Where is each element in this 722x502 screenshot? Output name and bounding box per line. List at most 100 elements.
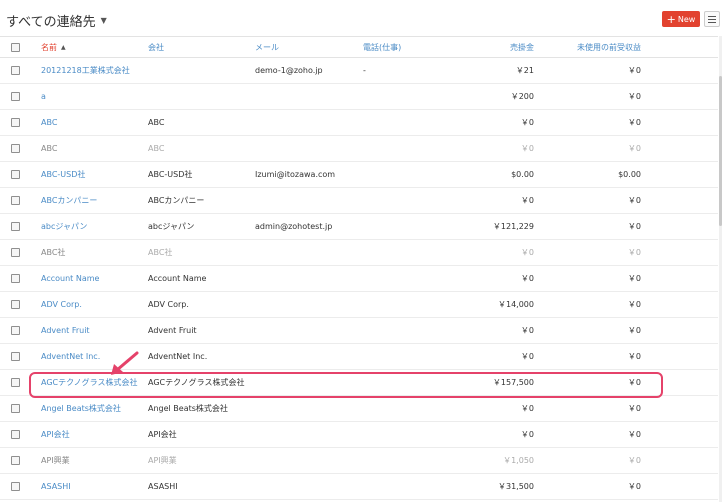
cell-unused: ￥0 bbox=[627, 300, 641, 309]
cell-name[interactable]: ABCカンパニー bbox=[41, 188, 97, 213]
cell-name[interactable]: ABC-USD社 bbox=[41, 162, 85, 187]
select-all-checkbox[interactable] bbox=[11, 42, 20, 52]
view-selector[interactable]: すべての連絡先 ▼ bbox=[6, 11, 107, 30]
cell-unused: ￥0 bbox=[627, 144, 641, 153]
cell-name[interactable]: abcジャパン bbox=[41, 214, 87, 239]
table-row[interactable]: Angel Beats株式会社 Angel Beats株式会社 ￥0 ￥0 bbox=[0, 396, 718, 422]
cell-company: ABC-USD社 bbox=[148, 170, 193, 179]
row-checkbox[interactable] bbox=[11, 482, 20, 491]
contacts-table: 名前 ▲ 会社 メール 電話(仕事) 売掛金 未使用の前受収益 20121218… bbox=[0, 36, 718, 500]
cell-name[interactable]: Advent Fruit bbox=[41, 318, 90, 343]
row-checkbox-cell bbox=[11, 58, 21, 83]
row-checkbox-cell bbox=[11, 344, 21, 369]
row-checkbox-cell bbox=[11, 396, 21, 421]
cell-name[interactable]: ABC社 bbox=[41, 240, 65, 265]
cell-sales: ￥0 bbox=[520, 118, 534, 127]
table-row[interactable]: Account Name Account Name ￥0 ￥0 bbox=[0, 266, 718, 292]
table-row[interactable]: ABC ABC ￥0 ￥0 bbox=[0, 136, 718, 162]
cell-name[interactable]: API興業 bbox=[41, 448, 70, 473]
table-row[interactable]: ABCカンパニー ABCカンパニー ￥0 ￥0 bbox=[0, 188, 718, 214]
row-checkbox[interactable] bbox=[11, 430, 20, 439]
new-button[interactable]: + New bbox=[662, 11, 700, 27]
table-row[interactable]: a ￥200 ￥0 bbox=[0, 84, 718, 110]
column-header-tel[interactable]: 電話(仕事) bbox=[363, 37, 401, 57]
cell-sales: $0.00 bbox=[511, 170, 534, 179]
table-row[interactable]: Advent Fruit Advent Fruit ￥0 ￥0 bbox=[0, 318, 718, 344]
table-row[interactable]: ADV Corp. ADV Corp. ￥14,000 ￥0 bbox=[0, 292, 718, 318]
table-row[interactable]: ABC社 ABC社 ￥0 ￥0 bbox=[0, 240, 718, 266]
cell-company: AGCテクノグラス株式会社 bbox=[148, 378, 245, 387]
cell-unused: ￥0 bbox=[627, 326, 641, 335]
row-checkbox[interactable] bbox=[11, 144, 20, 153]
column-header-company[interactable]: 会社 bbox=[148, 37, 164, 57]
cell-name[interactable]: ABC bbox=[41, 136, 57, 161]
cell-name[interactable]: ASASHI bbox=[41, 474, 71, 499]
row-checkbox[interactable] bbox=[11, 66, 20, 75]
cell-unused: ￥0 bbox=[627, 66, 641, 75]
row-checkbox-cell bbox=[11, 292, 21, 317]
cell-unused: ￥0 bbox=[627, 196, 641, 205]
table-row[interactable]: AdventNet Inc. AdventNet Inc. ￥0 ￥0 bbox=[0, 344, 718, 370]
row-checkbox[interactable] bbox=[11, 222, 20, 231]
row-checkbox-cell bbox=[11, 474, 21, 499]
column-header-mail[interactable]: メール bbox=[255, 37, 279, 57]
cell-unused: ￥0 bbox=[627, 456, 641, 465]
row-checkbox[interactable] bbox=[11, 196, 20, 205]
cell-name[interactable]: a bbox=[41, 84, 46, 109]
cell-mail: Izumi@itozawa.com bbox=[255, 170, 336, 179]
table-row[interactable]: ABC-USD社 ABC-USD社 Izumi@itozawa.com $0.00 $0… bbox=[0, 162, 718, 188]
cell-name[interactable]: API会社 bbox=[41, 422, 70, 447]
row-checkbox[interactable] bbox=[11, 118, 20, 127]
row-checkbox[interactable] bbox=[11, 300, 20, 309]
row-checkbox[interactable] bbox=[11, 326, 20, 335]
cell-name[interactable]: 20121218工業株式会社 bbox=[41, 58, 130, 83]
row-checkbox-cell bbox=[11, 370, 21, 395]
table-row[interactable]: ABC ABC ￥0 ￥0 bbox=[0, 110, 718, 136]
row-checkbox-cell bbox=[11, 162, 21, 187]
table-row[interactable]: ASASHI ASASHI ￥31,500 ￥0 bbox=[0, 474, 718, 500]
table-header: 名前 ▲ 会社 メール 電話(仕事) 売掛金 未使用の前受収益 bbox=[0, 36, 718, 58]
cell-name[interactable]: ADV Corp. bbox=[41, 292, 82, 317]
cell-sales: ￥121,229 bbox=[492, 222, 534, 231]
view-title: すべての連絡先 bbox=[6, 15, 96, 30]
row-checkbox[interactable] bbox=[11, 456, 20, 465]
column-header-name[interactable]: 名前 ▲ bbox=[41, 37, 66, 57]
cell-name[interactable]: AGCテクノグラス株式会社 bbox=[41, 370, 137, 395]
table-row[interactable]: abcジャパン abcジャパン admin@zohotest.jp ￥121,229 ￥… bbox=[0, 214, 718, 240]
row-checkbox[interactable] bbox=[11, 404, 20, 413]
row-checkbox[interactable] bbox=[11, 352, 20, 361]
row-checkbox[interactable] bbox=[11, 170, 20, 179]
cell-unused: ￥0 bbox=[627, 274, 641, 283]
new-button-label: New bbox=[677, 14, 696, 24]
table-row[interactable]: API興業 API興業 ￥1,050 ￥0 bbox=[0, 448, 718, 474]
cell-company: Angel Beats株式会社 bbox=[148, 404, 228, 413]
table-body: 20121218工業株式会社 demo-1@zoho.jp - ￥21 ￥0 a ￥200 ￥… bbox=[0, 58, 718, 500]
row-checkbox-cell bbox=[11, 214, 21, 239]
row-checkbox[interactable] bbox=[11, 92, 20, 101]
cell-sales: ￥0 bbox=[520, 404, 534, 413]
sort-ascending-icon: ▲ bbox=[61, 43, 66, 51]
row-checkbox[interactable] bbox=[11, 248, 20, 257]
table-row[interactable]: API会社 API会社 ￥0 ￥0 bbox=[0, 422, 718, 448]
table-row[interactable]: 20121218工業株式会社 demo-1@zoho.jp - ￥21 ￥0 bbox=[0, 58, 718, 84]
table-row[interactable]: AGCテクノグラス株式会社 AGCテクノグラス株式会社 ￥157,500 ￥0 bbox=[0, 370, 718, 396]
cell-name[interactable]: Account Name bbox=[41, 266, 99, 291]
caret-down-icon: ▼ bbox=[100, 16, 107, 25]
row-checkbox[interactable] bbox=[11, 274, 20, 283]
menu-button[interactable] bbox=[704, 11, 720, 27]
cell-name[interactable]: Angel Beats株式会社 bbox=[41, 396, 121, 421]
column-header-unused[interactable]: 未使用の前受収益 bbox=[560, 37, 641, 57]
cell-sales: ￥0 bbox=[520, 144, 534, 153]
cell-tel: - bbox=[363, 66, 366, 75]
cell-name[interactable]: ABC bbox=[41, 110, 57, 135]
hamburger-icon-line bbox=[708, 18, 716, 20]
cell-sales: ￥21 bbox=[515, 66, 534, 75]
row-checkbox-cell bbox=[11, 136, 21, 161]
cell-sales: ￥0 bbox=[520, 352, 534, 361]
cell-name[interactable]: AdventNet Inc. bbox=[41, 344, 100, 369]
cell-company: ABCカンパニー bbox=[148, 196, 205, 205]
row-checkbox[interactable] bbox=[11, 378, 20, 387]
hamburger-icon-line bbox=[708, 21, 716, 23]
cell-company: AdventNet Inc. bbox=[148, 352, 208, 361]
column-header-sales[interactable]: 売掛金 bbox=[440, 37, 534, 57]
